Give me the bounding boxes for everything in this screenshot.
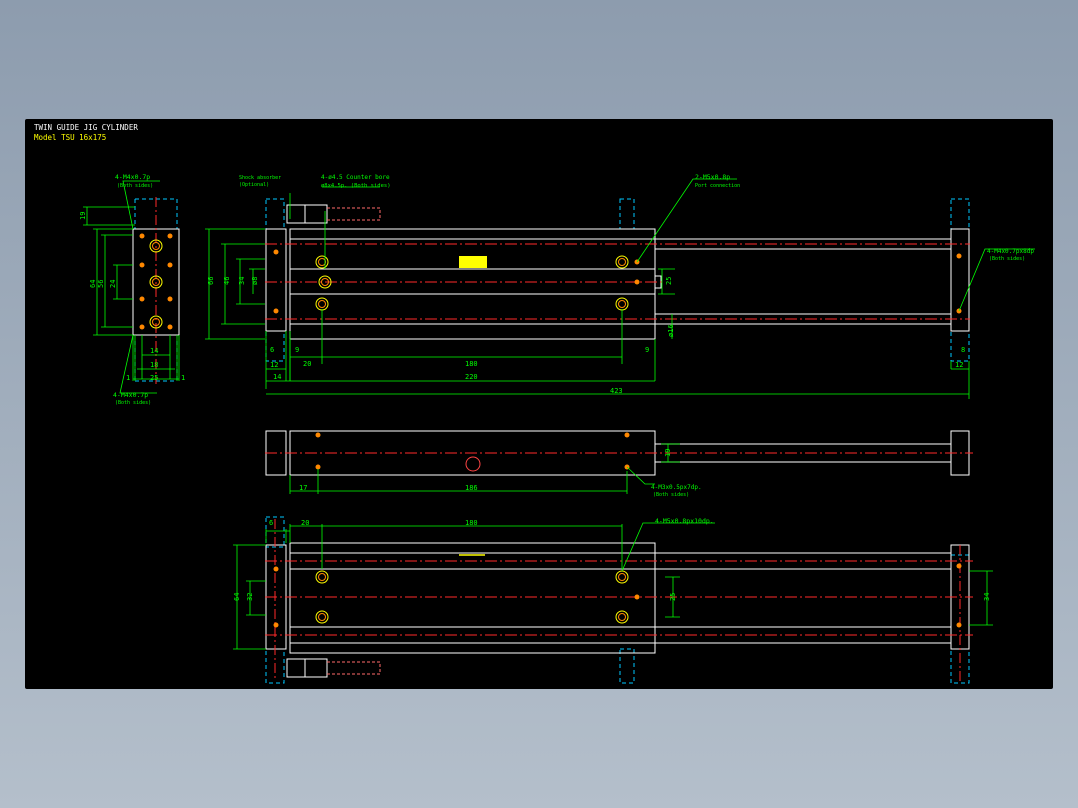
callout-shock-note: (Optional) [239,182,269,188]
drawing-model: Model TSU 16x175 [34,133,106,142]
drawing-sheet: TWIN GUIDE JIG CYLINDER Model TSU 16x175… [25,119,1053,689]
dim-9b: 9 [645,346,649,354]
dim-34: 34 [238,277,246,285]
dim-24: 24 [109,280,117,288]
dim-14b: 14 [273,373,281,381]
drawing-title: TWIN GUIDE JIG CYLINDER [34,123,138,132]
cad-drawing: TWIN GUIDE JIG CYLINDER Model TSU 16x175… [34,123,1035,684]
dim-46: 46 [223,277,231,285]
dim-20-bottom: 20 [301,519,309,527]
callout-port-note: Port connection [695,183,740,189]
dim-12b: 12 [955,361,963,369]
callout-rod-end-note: (Both sides) [989,256,1025,262]
dim-6-bottom: 6 [269,519,273,527]
dim-34-bottom: 34 [983,593,991,601]
dim-20: 20 [303,360,311,368]
top-view: 66 46 34 ø8 ø16 25 6 9 20 180 9 12 14 22… [205,173,1035,399]
dim-19-side: 19 [664,449,672,457]
callout-end-top: 4-M4x0.7p [115,173,150,181]
dim-6: 6 [270,346,274,354]
callout-side-holes: 4-M3x0.5px7dp. [651,484,702,491]
callout-end-top-note: (Both sides) [117,183,153,189]
callout-end-bottom: 4-M4x0.7p [113,391,148,399]
dim-phi8: ø8 [251,277,259,285]
callout-bore-note: ø8x4.5p. (Both sides) [321,183,391,189]
bottom-view: 6 20 180 64 32 25 34 4-M5x0.8px10dp. [233,516,993,684]
callout-rod-end: 4-M4x0.7px8dp [987,248,1034,255]
dim-12: 12 [270,361,278,369]
dim-32-bottom: 32 [246,593,254,601]
dim-14: 14 [150,347,158,355]
dim-25-top: 25 [665,277,673,285]
dim-1a: 1 [126,374,130,382]
dim-1b: 1 [181,374,185,382]
callout-end-bottom-note: (Both sides) [115,400,151,406]
dim-17: 17 [299,484,307,492]
dim-18: 18 [150,361,158,369]
end-view: 19 64 56 24 14 18 25 1 1 4-M4x0.7p (Both… [79,173,185,406]
dim-66: 66 [207,277,215,285]
dim-19: 19 [79,212,87,220]
dim-phi16: ø16 [667,324,675,337]
callout-side-holes-note: (Both sides) [653,492,689,498]
dim-64-bottom: 64 [233,593,241,601]
side-view: 19 17 186 4-M3x0.5px7dp. (Both sides) [265,430,973,498]
callout-bore: 4-ø4.5 Counter bore [321,174,390,181]
dim-423: 423 [610,387,623,395]
callout-bottom-holes: 4-M5x0.8px10dp. [655,517,714,525]
dim-180-bottom: 180 [465,519,478,527]
dim-64: 64 [89,280,97,288]
dim-180: 180 [465,360,478,368]
dim-186: 186 [465,484,478,492]
dim-9: 9 [295,346,299,354]
dim-220: 220 [465,373,478,381]
dim-8: 8 [961,346,965,354]
callout-shock: Shock absorber [239,175,281,181]
dim-25-bottom: 25 [669,593,677,601]
dim-25: 25 [150,374,158,382]
callout-port: 2-M5x0.8p [695,173,730,181]
dim-56: 56 [97,280,105,288]
